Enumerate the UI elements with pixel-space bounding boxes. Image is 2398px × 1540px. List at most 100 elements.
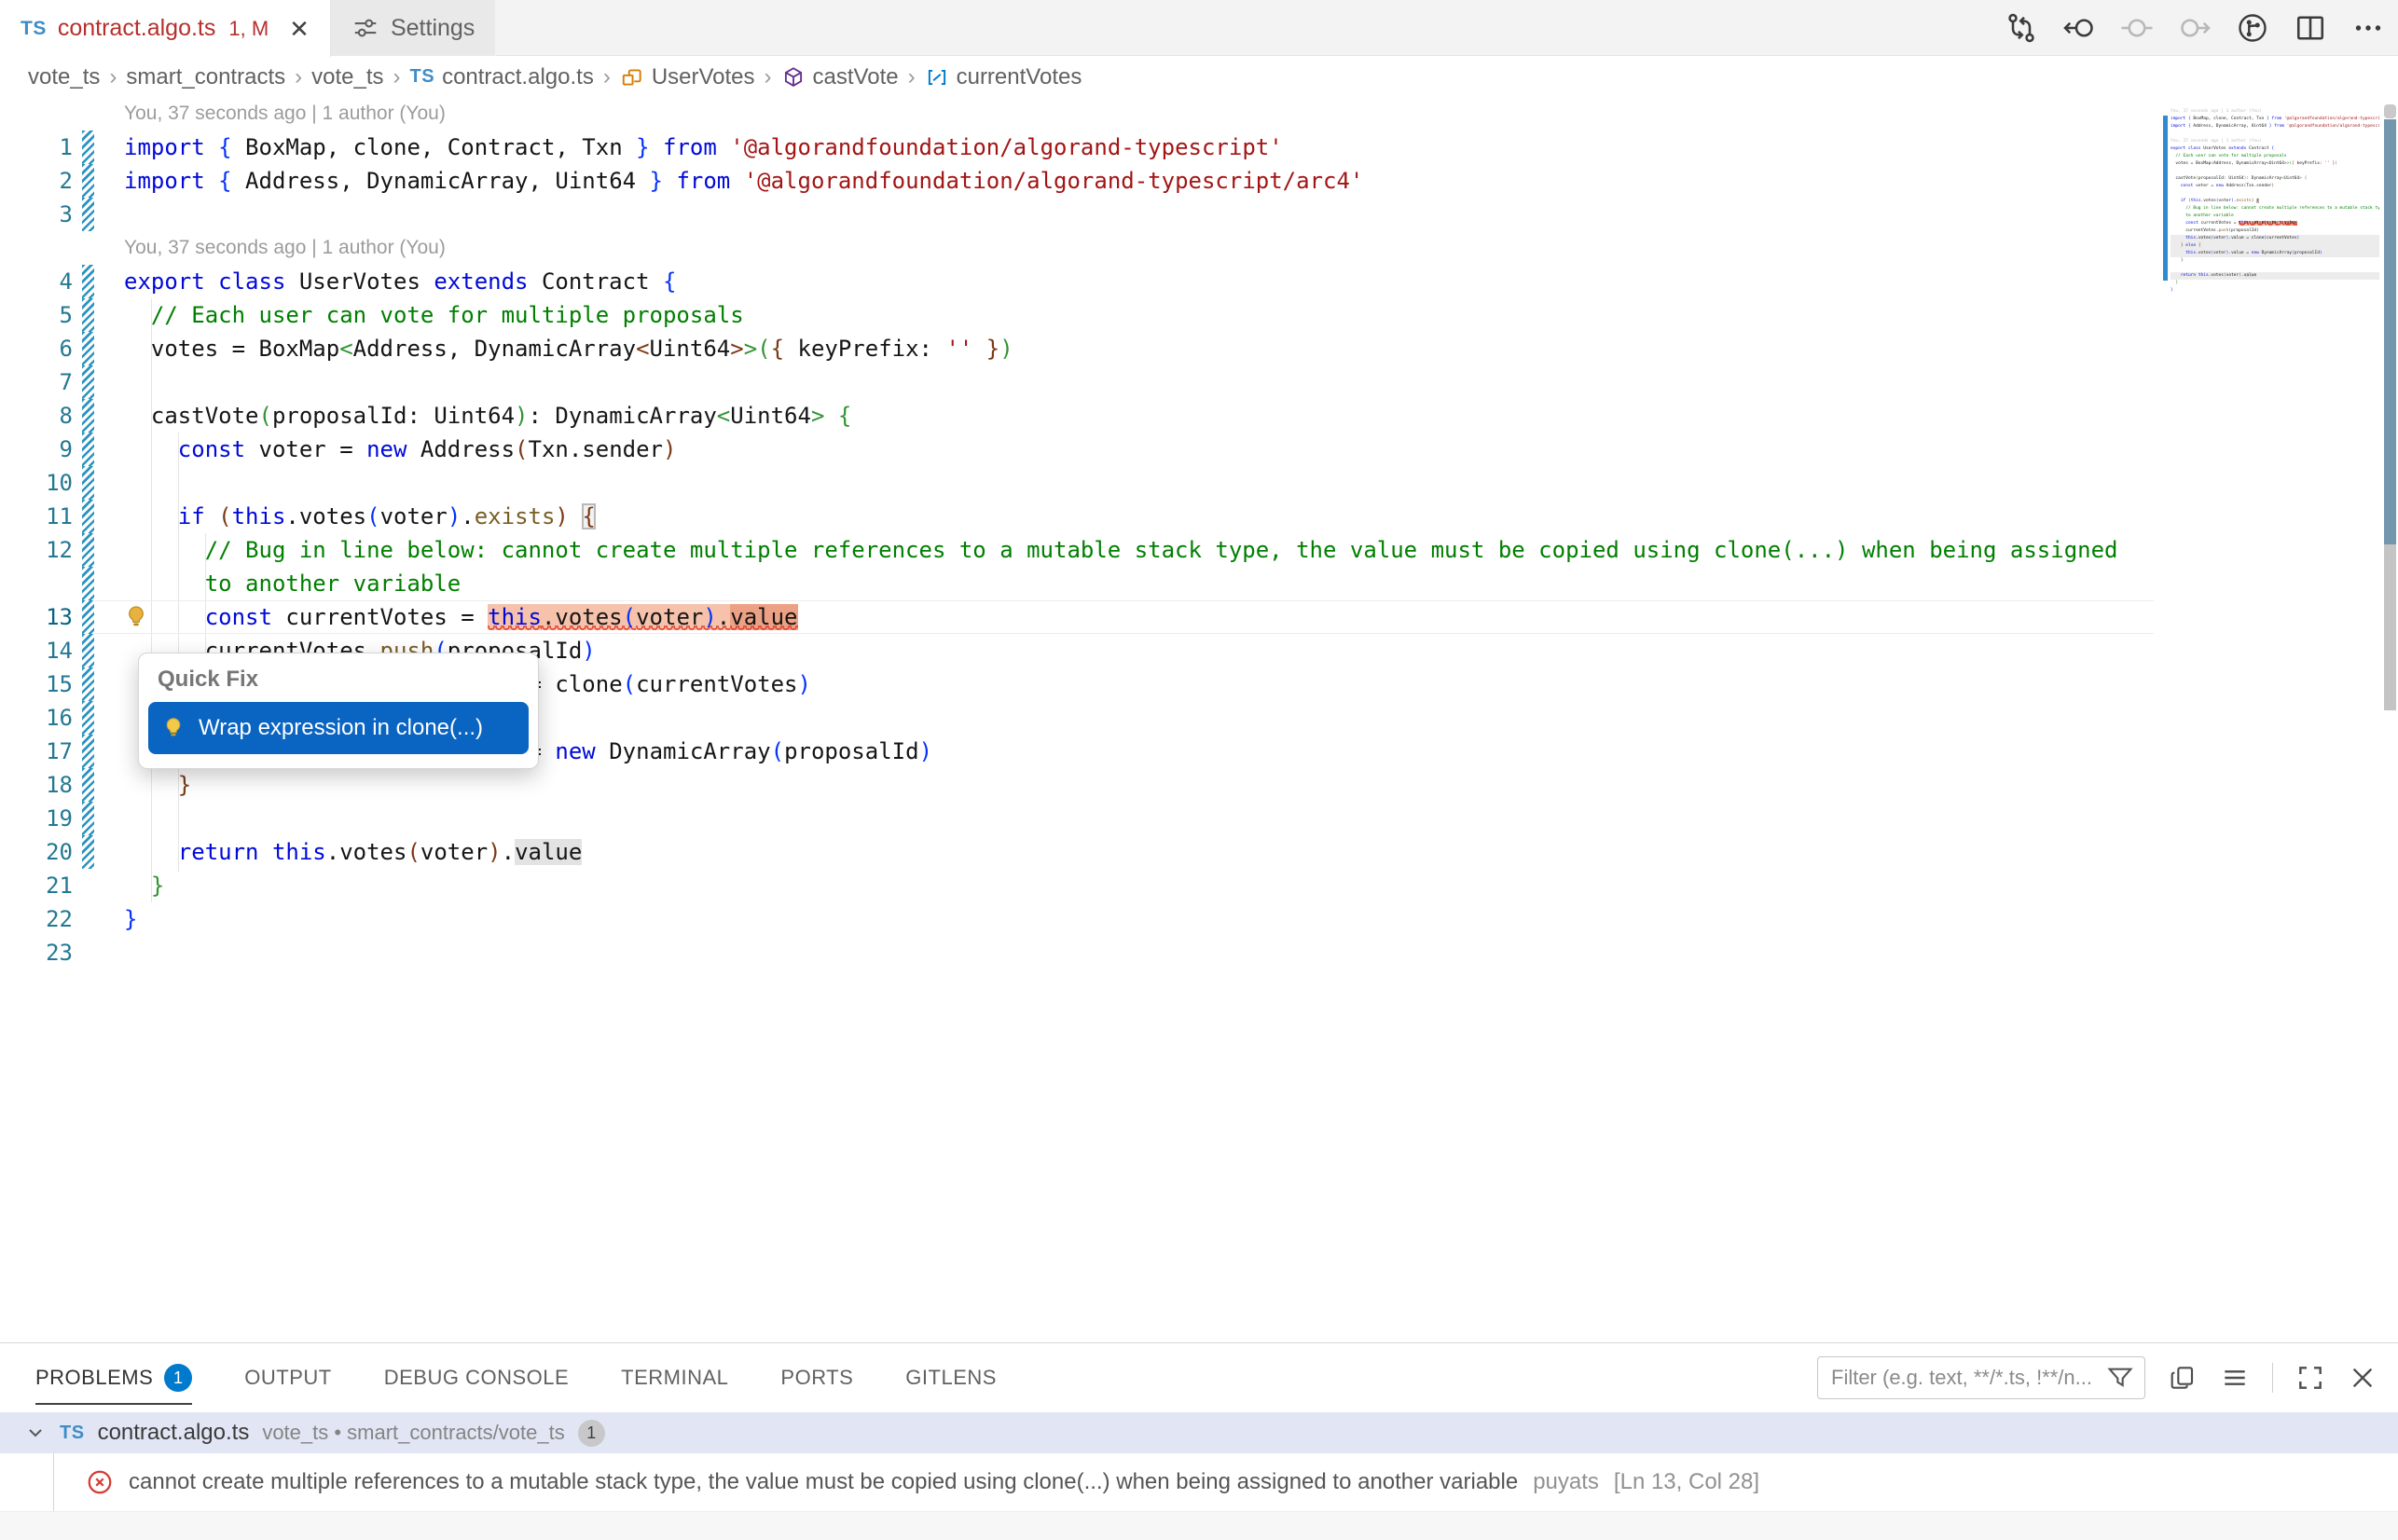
code-line-19[interactable]: 19 <box>0 802 2398 835</box>
bottom-panel: PROBLEMS1 OUTPUT DEBUG CONSOLE TERMINAL PORT… <box>0 1342 2398 1540</box>
code-line-5[interactable]: 5 // Each user can vote for multiple pro… <box>0 298 2398 332</box>
quick-fix-popup: Quick Fix Wrap expression in clone(...) <box>138 653 539 769</box>
problems-badge: 1 <box>164 1364 192 1392</box>
gutter-modified-indicator <box>82 533 94 567</box>
typescript-file-icon: TS <box>21 18 47 40</box>
gutter-modified-indicator <box>82 97 94 131</box>
gutter-modified-indicator <box>82 231 94 265</box>
gutter-modified-indicator <box>82 500 94 533</box>
problems-file-row[interactable]: TS contract.algo.ts vote_ts • smart_cont… <box>0 1412 2398 1453</box>
gutter-modified-indicator <box>82 298 94 332</box>
problems-file-name: contract.algo.ts <box>98 1420 250 1446</box>
panel-tab-ports[interactable]: PORTS <box>780 1343 853 1412</box>
settings-sliders-icon <box>351 14 379 42</box>
go-back-change-icon[interactable] <box>2062 11 2096 45</box>
gitlens-blame-row[interactable]: You, 37 seconds ago | 1 author (You) <box>0 231 2398 265</box>
code-line-4[interactable]: 4export class UserVotes extends Contract… <box>0 265 2398 298</box>
breadcrumb-item-currentVotes[interactable]: currentVotes <box>925 64 1082 90</box>
tab-contract-algo-ts[interactable]: TS contract.algo.ts 1, M ✕ <box>0 0 331 57</box>
previous-change-icon-disabled <box>2120 11 2154 45</box>
code-line-1[interactable]: 1import { BoxMap, clone, Contract, Txn }… <box>0 131 2398 164</box>
breadcrumb-item-vote_ts[interactable]: vote_ts <box>28 64 100 90</box>
quick-fix-item-wrap-in-clone[interactable]: Wrap expression in clone(...) <box>148 702 529 754</box>
code-line-21[interactable]: 21 } <box>0 869 2398 902</box>
panel-tab-terminal[interactable]: TERMINAL <box>621 1343 728 1412</box>
close-tab-icon[interactable]: ✕ <box>289 17 310 41</box>
panel-tab-problems[interactable]: PROBLEMS1 <box>35 1343 192 1412</box>
panel-tab-output[interactable]: OUTPUT <box>244 1343 331 1412</box>
code-line-9[interactable]: 9 const voter = new Address(Txn.sender) <box>0 433 2398 466</box>
gutter-modified-indicator <box>82 936 94 969</box>
code-line-22[interactable]: 22} <box>0 902 2398 936</box>
code-line-18[interactable]: 18 } <box>0 768 2398 802</box>
code-line-2[interactable]: 2import { Address, DynamicArray, Uint64 … <box>0 164 2398 198</box>
more-actions-icon[interactable] <box>2351 11 2385 45</box>
gutter-modified-indicator <box>82 701 94 735</box>
panel-controls <box>1817 1354 2377 1401</box>
chevron-down-icon[interactable] <box>24 1422 47 1444</box>
tab-label: contract.algo.ts <box>58 15 216 42</box>
gutter-modified-indicator <box>82 634 94 667</box>
code-line-10[interactable]: 10 <box>0 466 2398 500</box>
problems-filter-input[interactable] <box>1831 1366 2105 1390</box>
breadcrumb-item-UserVotes[interactable]: UserVotes <box>620 64 755 90</box>
breadcrumb-item-contract.algo.ts[interactable]: TScontract.algo.ts <box>410 64 594 90</box>
code-line-20[interactable]: 20 return this.votes(voter).value <box>0 835 2398 869</box>
code-line-7[interactable]: 7 <box>0 365 2398 399</box>
tab-problems-modified-decoration: 1, M <box>228 17 269 41</box>
code-line-11[interactable]: 11 if (this.votes(voter).exists) { <box>0 500 2398 533</box>
breadcrumb: vote_ts › smart_contracts › vote_ts › TScontra… <box>0 57 2398 97</box>
code-line-23[interactable]: 23 <box>0 936 2398 969</box>
collapse-all-icon[interactable] <box>2220 1363 2250 1393</box>
typescript-file-icon: TS <box>60 1423 85 1444</box>
breadcrumb-separator-icon: › <box>765 64 772 90</box>
gutter-modified-indicator <box>82 131 94 164</box>
code-editor[interactable]: You, 37 seconds ago | 1 author (You)1imp… <box>0 97 2398 1342</box>
gutter-modified-indicator <box>82 433 94 466</box>
problems-filter[interactable] <box>1817 1356 2145 1399</box>
breadcrumb-item-vote_ts[interactable]: vote_ts <box>311 64 383 90</box>
error-icon <box>86 1468 114 1496</box>
error-message: cannot create multiple references to a m… <box>129 1469 1518 1495</box>
problems-file-path: vote_ts • smart_contracts/vote_ts <box>262 1421 564 1445</box>
editor-actions-toolbar <box>2005 0 2385 56</box>
gutter-modified-indicator <box>82 164 94 198</box>
symbol-variable-icon <box>925 65 949 89</box>
gutter-modified-indicator <box>82 365 94 399</box>
gutter-modified-indicator <box>82 802 94 835</box>
panel-tab-gitlens[interactable]: GITLENS <box>905 1343 997 1412</box>
lightbulb-icon <box>161 716 186 740</box>
code-line-3[interactable]: 3 <box>0 198 2398 231</box>
close-panel-icon[interactable] <box>2348 1363 2377 1393</box>
problems-error-row[interactable]: cannot create multiple references to a m… <box>0 1453 2398 1511</box>
breadcrumb-separator-icon: › <box>603 64 611 90</box>
gutter-modified-indicator <box>82 600 94 634</box>
tab-settings[interactable]: Settings <box>331 0 496 56</box>
lightbulb-icon[interactable] <box>123 604 149 630</box>
breadcrumb-separator-icon: › <box>393 64 401 90</box>
gitlens-graph-icon[interactable] <box>2236 11 2269 45</box>
gutter-modified-indicator <box>82 399 94 433</box>
open-changes-icon[interactable] <box>2005 11 2038 45</box>
breadcrumb-item-castVote[interactable]: castVote <box>781 64 899 90</box>
tree-indent-guide <box>53 1453 54 1511</box>
tab-label: Settings <box>391 15 475 42</box>
code-line-13[interactable]: 13 const currentVotes = this.votes(voter… <box>0 600 2398 634</box>
gitlens-blame-row[interactable]: You, 37 seconds ago | 1 author (You) <box>0 97 2398 131</box>
code-line-wrap[interactable]: to another variable <box>0 567 2398 600</box>
quick-fix-title: Quick Fix <box>139 653 538 702</box>
breadcrumb-item-smart_contracts[interactable]: smart_contracts <box>126 64 285 90</box>
gutter-modified-indicator <box>82 869 94 902</box>
view-as-table-icon[interactable] <box>2168 1363 2198 1393</box>
code-line-8[interactable]: 8 castVote(proposalId: Uint64): DynamicA… <box>0 399 2398 433</box>
error-source: puyats <box>1533 1469 1599 1495</box>
code-line-12[interactable]: 12 // Bug in line below: cannot create m… <box>0 533 2398 567</box>
maximize-panel-icon[interactable] <box>2295 1363 2325 1393</box>
quick-fix-item-label: Wrap expression in clone(...) <box>199 715 483 741</box>
panel-tab-debug-console[interactable]: DEBUG CONSOLE <box>384 1343 569 1412</box>
code-line-6[interactable]: 6 votes = BoxMap<Address, DynamicArray<U… <box>0 332 2398 365</box>
gutter-modified-indicator <box>82 198 94 231</box>
gutter-modified-indicator <box>82 902 94 936</box>
split-editor-icon[interactable] <box>2294 11 2327 45</box>
breadcrumb-separator-icon: › <box>908 64 916 90</box>
